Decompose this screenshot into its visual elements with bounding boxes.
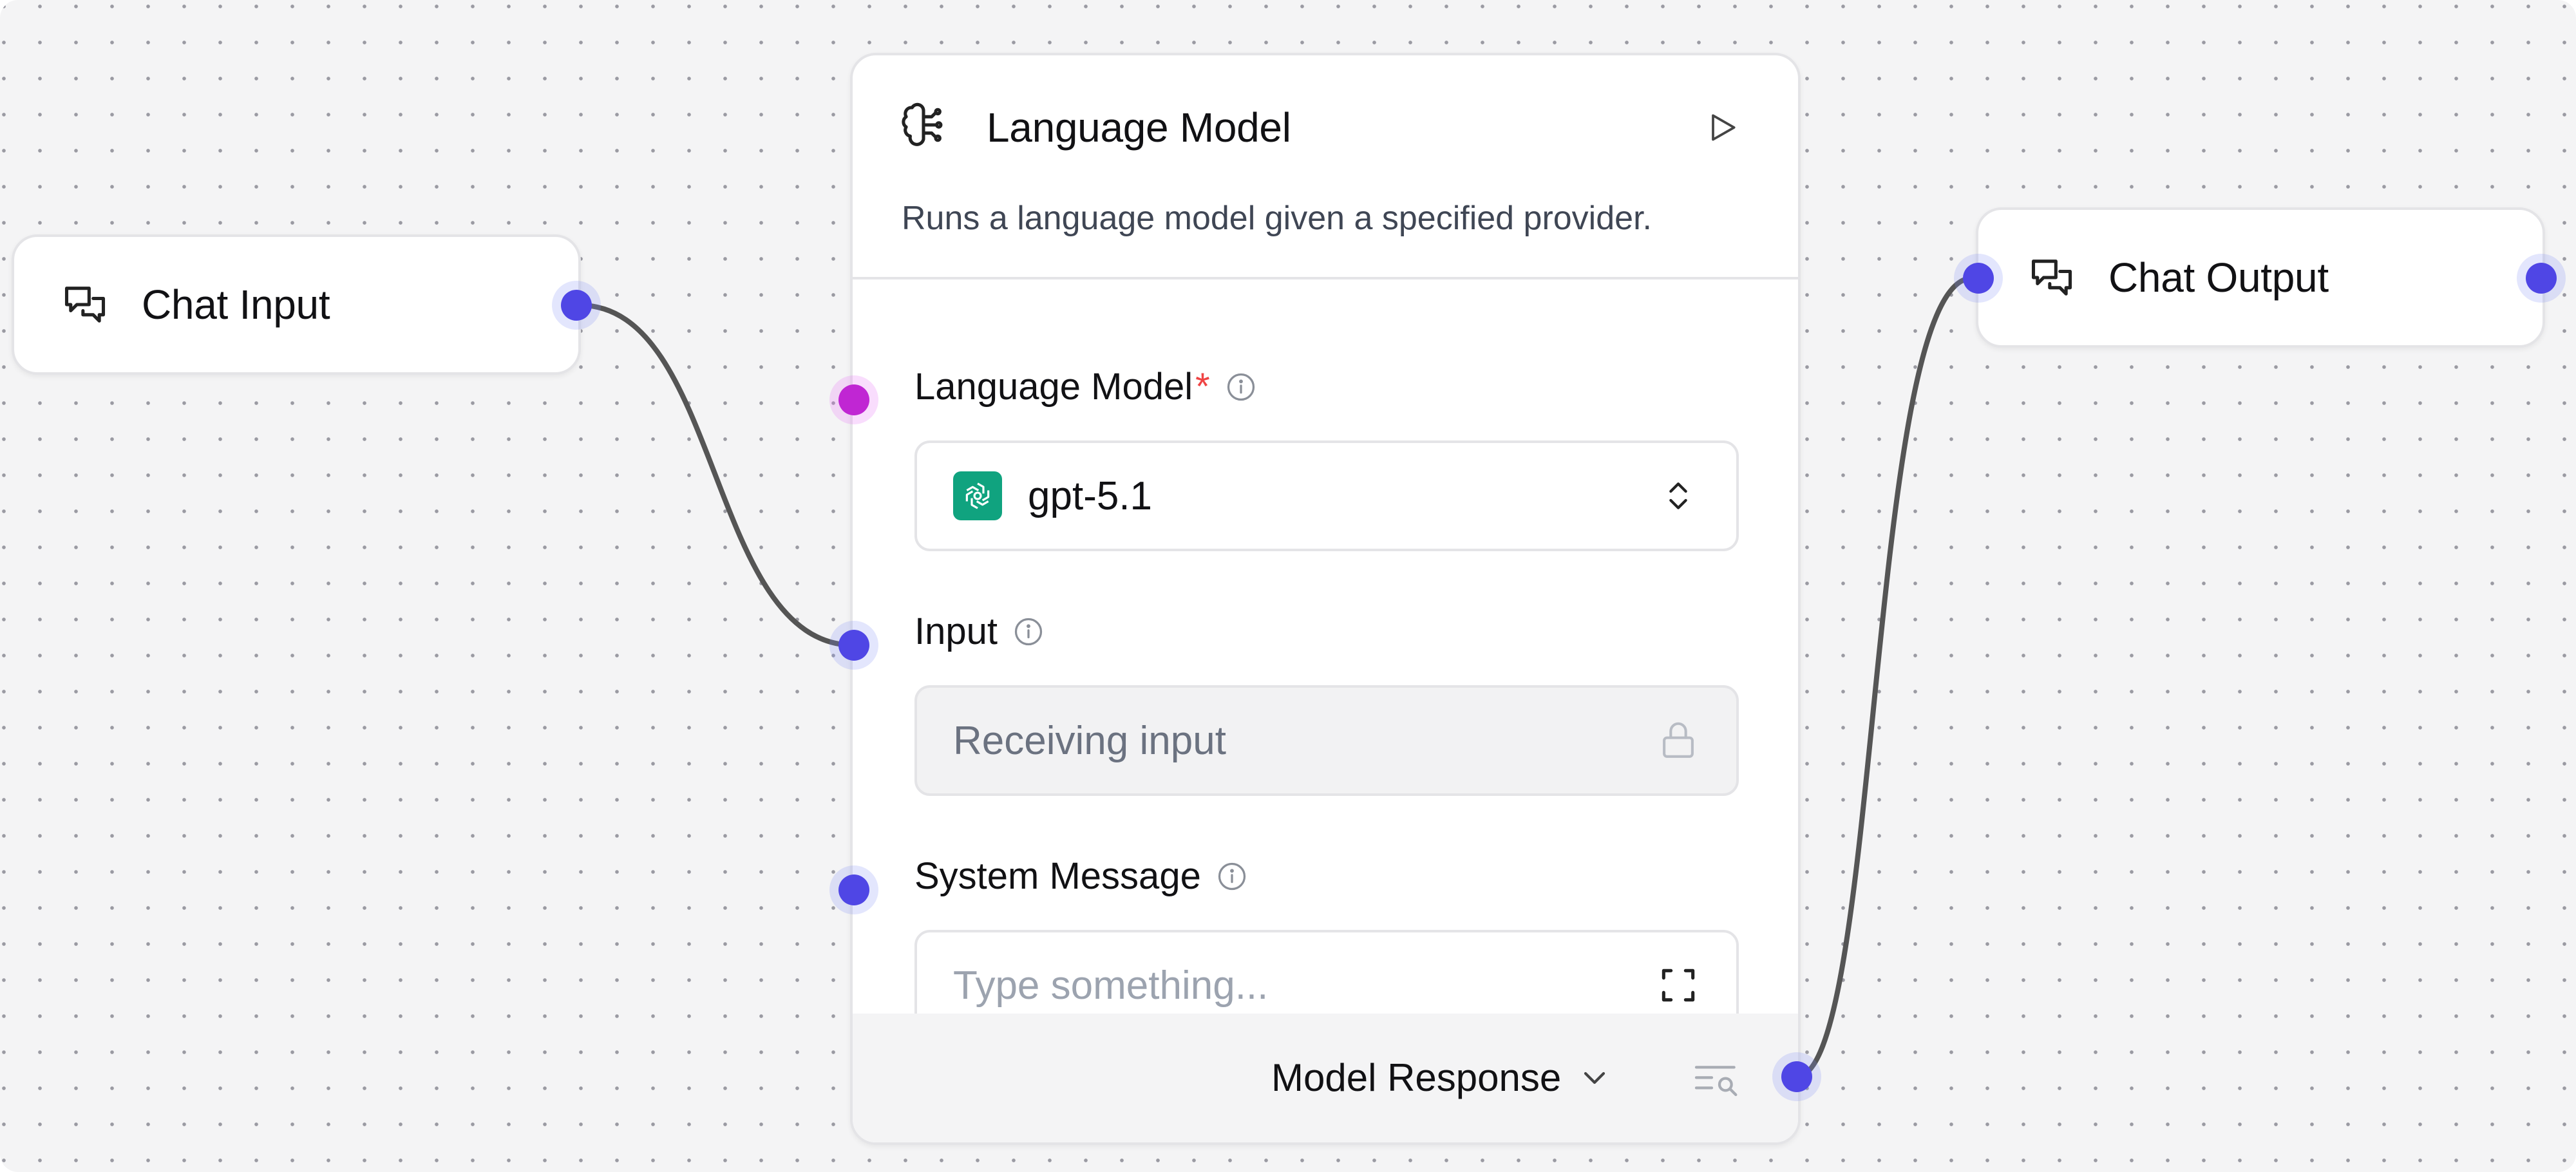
chevron-down-icon <box>1577 1060 1613 1096</box>
system-message-field-label: System Message <box>914 854 1249 899</box>
output-label: Model Response <box>1271 1056 1562 1099</box>
run-component-button[interactable] <box>1701 107 1743 148</box>
inspect-output-button[interactable] <box>1690 1056 1744 1102</box>
chat-output-input-handle[interactable] <box>1963 263 1994 294</box>
input-field: Receiving input <box>914 685 1739 796</box>
model-label-text: Language Model <box>914 366 1193 408</box>
system-message-placeholder: Type something... <box>953 963 1269 1008</box>
chat-output-node[interactable]: Chat Output <box>1976 207 2545 348</box>
openai-icon <box>953 471 1002 520</box>
model-input-handle[interactable] <box>838 384 869 415</box>
messages-icon <box>61 280 109 329</box>
lock-icon <box>1655 717 1701 764</box>
edge-chat-input-to-input[interactable] <box>577 303 856 648</box>
chat-output-output-handle[interactable] <box>2526 263 2557 294</box>
text-search-icon <box>1694 1066 1738 1097</box>
edge-model-response-to-chat-output[interactable] <box>1794 276 1975 1079</box>
info-icon[interactable] <box>1012 615 1045 648</box>
chat-input-title: Chat Input <box>142 281 330 328</box>
language-model-output-bar: Model Response <box>853 1014 1798 1142</box>
language-model-node[interactable]: Language Model Runs a language model giv… <box>850 53 1801 1145</box>
input-placeholder: Receiving input <box>953 718 1226 763</box>
language-model-header: Language Model Runs a language model giv… <box>853 55 1798 279</box>
info-icon[interactable] <box>1224 370 1258 404</box>
model-select-value: gpt-5.1 <box>1028 473 1153 518</box>
model-select[interactable]: gpt-5.1 <box>914 440 1739 551</box>
required-marker: * <box>1195 366 1210 408</box>
output-selector[interactable]: Model Response <box>1271 1052 1613 1104</box>
input-field-label: Input <box>914 609 1045 654</box>
messages-icon <box>2027 253 2076 302</box>
input-handle[interactable] <box>838 630 869 661</box>
model-response-output-handle[interactable] <box>1781 1061 1812 1092</box>
input-label-text: Input <box>914 610 998 652</box>
chat-input-node[interactable]: Chat Input <box>12 234 581 375</box>
language-model-title: Language Model <box>987 104 1291 151</box>
language-model-description: Runs a language model given a specified … <box>902 200 1652 237</box>
model-field-label: Language Model * <box>914 364 1258 410</box>
info-icon[interactable] <box>1215 860 1249 893</box>
chat-input-output-handle[interactable] <box>561 290 592 321</box>
play-icon <box>1712 114 1736 141</box>
system-message-label-text: System Message <box>914 855 1201 897</box>
chat-output-title: Chat Output <box>2108 254 2329 301</box>
flow-canvas[interactable]: Chat Input Language Model Runs a languag… <box>0 0 2576 1172</box>
brain-circuit-icon <box>899 100 948 149</box>
system-message-handle[interactable] <box>838 874 869 905</box>
chevrons-up-down-icon <box>1655 473 1701 519</box>
expand-icon[interactable] <box>1655 962 1701 1008</box>
